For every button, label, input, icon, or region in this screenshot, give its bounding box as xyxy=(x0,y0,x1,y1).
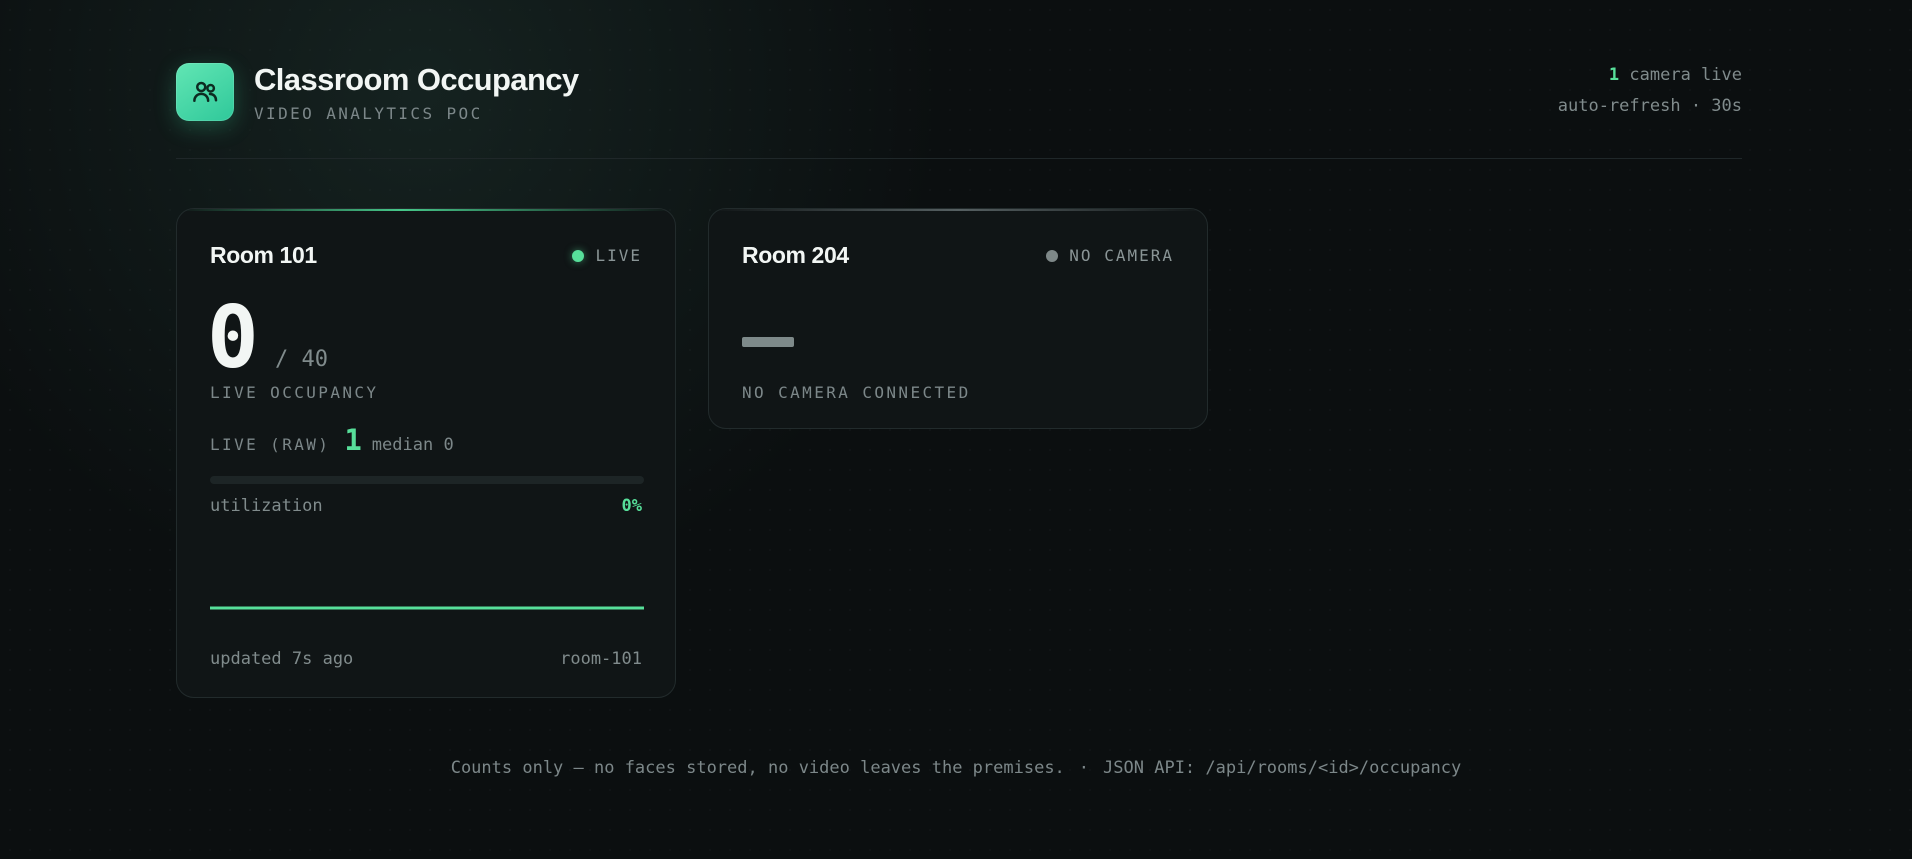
api-note: JSON API: /api/rooms/<id>/occupancy xyxy=(1103,758,1462,778)
room-card-204[interactable]: Room 204 NO CAMERA NO CAMERA CONNECTED xyxy=(708,208,1208,429)
page-title: Classroom Occupancy xyxy=(254,62,579,97)
page-footer: Counts only — no faces stored, no video … xyxy=(0,756,1912,782)
room-name: Room 101 xyxy=(210,242,317,268)
cameras-live-status: 1 camera live xyxy=(1609,63,1742,89)
card-accent-line xyxy=(177,209,675,211)
status-badge-label: NO CAMERA xyxy=(1069,246,1174,265)
card-accent-line xyxy=(709,209,1207,211)
utilization-value: 0% xyxy=(621,496,642,516)
privacy-note: Counts only — no faces stored, no video … xyxy=(450,758,1065,778)
empty-value-dash xyxy=(742,337,794,347)
room-name: Room 204 xyxy=(742,242,849,268)
room-id: room-101 xyxy=(560,649,642,669)
footer-separator: · xyxy=(1078,758,1090,778)
live-dot-icon xyxy=(572,250,585,263)
room-card-101[interactable]: Room 101 LIVE 0 / 40 LIVE OCCUPANCY LIVE… xyxy=(176,208,676,698)
room-capacity: / 40 xyxy=(275,347,328,372)
occupancy-label: LIVE OCCUPANCY xyxy=(210,383,379,402)
occupancy-sparkline xyxy=(210,606,644,610)
utilization-bar xyxy=(210,476,644,484)
people-icon xyxy=(193,81,218,102)
raw-count-label: LIVE (RAW) xyxy=(210,435,331,454)
offline-dot-icon xyxy=(1046,250,1059,263)
median-value: median 0 xyxy=(371,435,454,455)
occupancy-count: 0 xyxy=(207,288,259,388)
status-badge-label: LIVE xyxy=(595,246,642,265)
raw-count-value: 1 xyxy=(344,423,362,457)
cameras-live-count: 1 xyxy=(1608,65,1620,85)
cameras-live-label: camera live xyxy=(1619,65,1742,85)
no-camera-label: NO CAMERA CONNECTED xyxy=(742,383,971,402)
status-badge: NO CAMERA xyxy=(1046,246,1174,267)
app-logo xyxy=(176,63,234,121)
page-header: Classroom Occupancy VIDEO ANALYTICS POC … xyxy=(176,60,1742,159)
updated-timestamp: updated 7s ago xyxy=(210,649,354,669)
raw-count-row: LIVE (RAW) 1 median 0 xyxy=(210,422,454,460)
page-subtitle: VIDEO ANALYTICS POC xyxy=(254,104,483,123)
auto-refresh-status: auto-refresh · 30s xyxy=(1557,96,1742,116)
utilization-label: utilization xyxy=(210,496,323,516)
status-badge: LIVE xyxy=(572,246,642,267)
